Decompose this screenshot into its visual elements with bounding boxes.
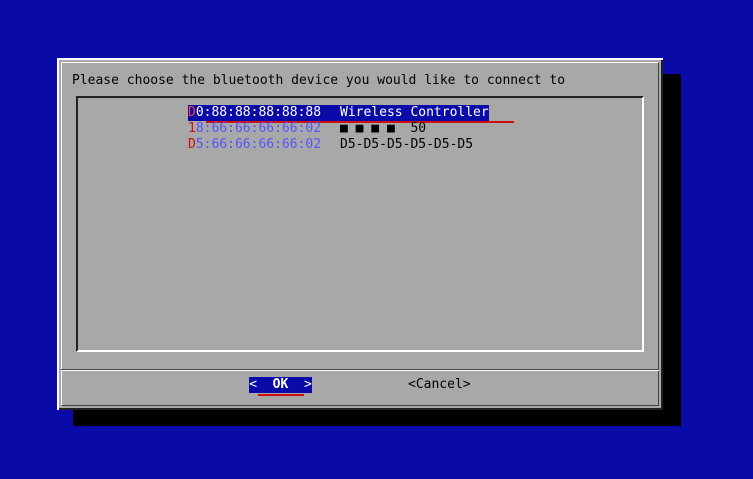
device-mac: 18:66:66:66:66:02 — [188, 121, 328, 137]
ok-button[interactable]: < OK > — [249, 377, 312, 393]
device-gap — [328, 137, 340, 153]
device-name: ■ ■ ■ ■ 50 — [340, 121, 427, 136]
device-item-1[interactable]: 18:66:66:66:66:02 ■ ■ ■ ■ 50 — [188, 121, 426, 137]
ok-label: OK — [272, 377, 289, 392]
device-mac-rest: 0:88:88:88:88:88 — [195, 105, 322, 120]
cancel-left-bracket: < — [408, 377, 416, 392]
cancel-label: Cancel — [415, 377, 463, 392]
device-gap — [328, 121, 340, 137]
device-mac: D5:66:66:66:66:02 — [188, 137, 328, 153]
device-hotkey: D — [188, 105, 196, 120]
ok-underline — [258, 394, 304, 396]
bluetooth-device-dialog: Please choose the bluetooth device you w… — [57, 58, 663, 410]
dialog-prompt: Please choose the bluetooth device you w… — [72, 73, 566, 88]
device-name: D5-D5-D5-D5-D5-D5 — [340, 137, 474, 152]
ok-right-bracket: > — [303, 377, 312, 392]
cancel-button[interactable]: <Cancel> — [408, 377, 471, 393]
device-item-0[interactable]: D0:88:88:88:88:88 Wireless Controller — [188, 105, 489, 121]
device-gap — [328, 105, 340, 121]
ok-left-bracket: < — [249, 377, 258, 392]
device-mac: D0:88:88:88:88:88 — [188, 105, 328, 121]
device-mac-rest: 5:66:66:66:66:02 — [195, 137, 322, 152]
device-hotkey: D — [188, 137, 196, 152]
cancel-right-bracket: > — [462, 377, 471, 392]
device-mac-rest: 8:66:66:66:66:02 — [195, 121, 322, 136]
device-hotkey: 1 — [188, 121, 196, 136]
device-item-2[interactable]: D5:66:66:66:66:02 D5-D5-D5-D5-D5-D5 — [188, 137, 473, 153]
button-separator — [61, 369, 659, 371]
device-name: Wireless Controller — [340, 105, 489, 121]
